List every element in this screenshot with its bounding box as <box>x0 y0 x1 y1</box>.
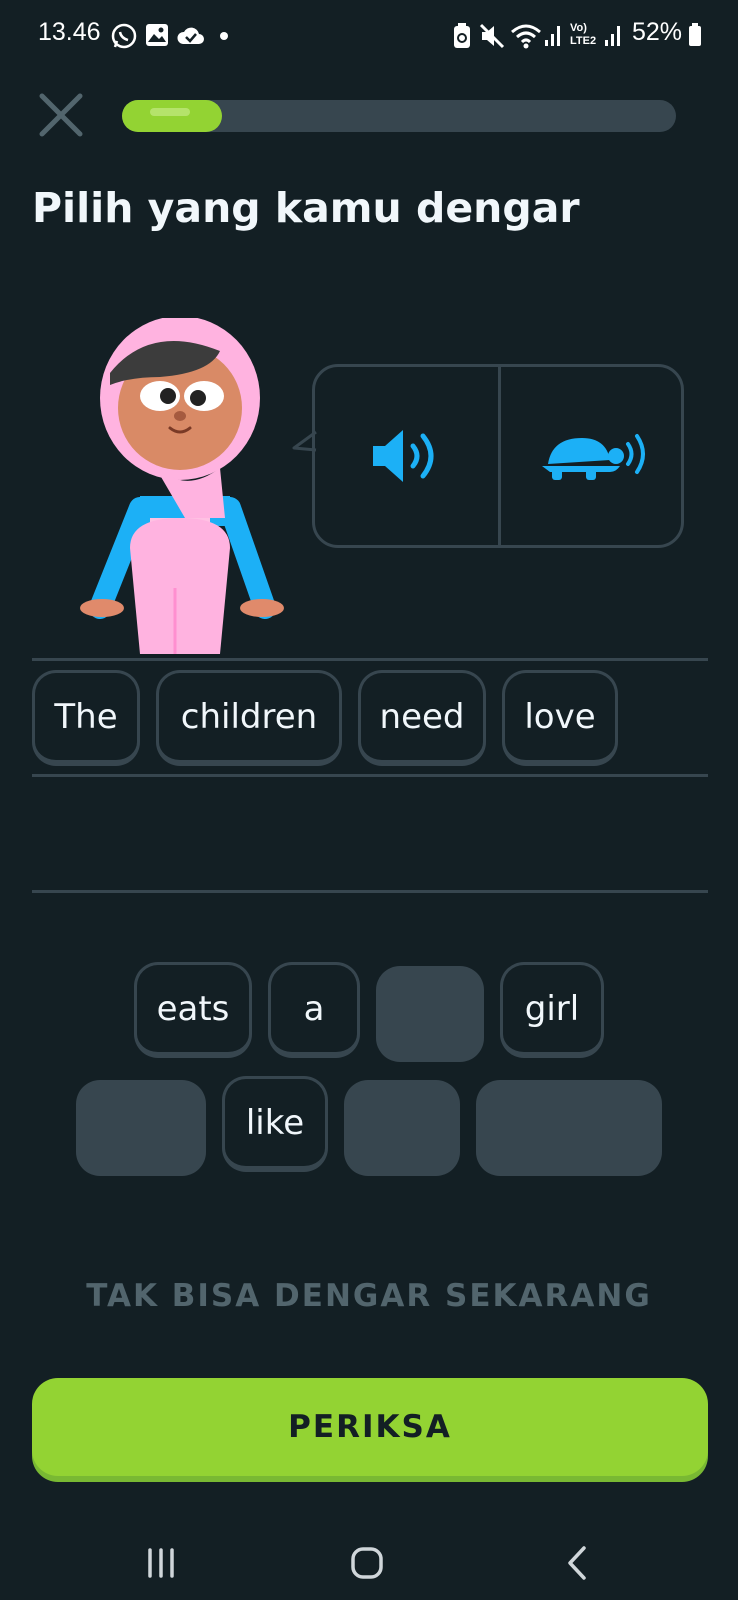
recent-apps-icon[interactable] <box>136 1538 186 1588</box>
character-illustration <box>80 318 284 654</box>
whatsapp-icon <box>111 23 137 49</box>
cant-listen-button[interactable]: TAK BISA DENGAR SEKARANG <box>0 1278 738 1314</box>
answer-word-chip[interactable]: children <box>156 670 342 766</box>
check-button[interactable]: PERIKSA <box>32 1378 708 1476</box>
word-bank-chip[interactable]: like <box>222 1076 328 1172</box>
wifi-icon <box>511 24 541 49</box>
gallery-icon <box>146 24 168 46</box>
system-nav-bar <box>0 1510 738 1600</box>
speaker-icon <box>372 430 433 482</box>
battery-icon <box>689 23 701 46</box>
status-bar: 13.46 Vo) LTE2 52% <box>0 0 738 72</box>
notification-dot <box>220 32 228 40</box>
word-bank-chip[interactable]: eats <box>134 962 252 1058</box>
progress-fill <box>122 100 222 132</box>
word-bank-chip[interactable]: a <box>268 962 360 1058</box>
exercise-title: Pilih yang kamu dengar <box>32 184 580 232</box>
signal-icon-1 <box>545 26 560 46</box>
answer-line-bottom <box>32 890 708 893</box>
word-bank-empty-slot <box>344 1080 460 1176</box>
answer-word-chip[interactable]: love <box>502 670 618 766</box>
play-audio-button[interactable] <box>315 367 498 545</box>
word-bank-chip[interactable]: girl <box>500 962 604 1058</box>
turtle-icon <box>541 434 645 480</box>
home-icon[interactable] <box>342 1538 392 1588</box>
answer-word-chip[interactable]: need <box>358 670 486 766</box>
progress-highlight <box>150 108 190 116</box>
play-slow-audio-button[interactable] <box>501 367 684 545</box>
signal-icon-2 <box>605 26 620 46</box>
speech-bubble <box>312 364 684 548</box>
answer-word-chip[interactable]: The <box>32 670 140 766</box>
battery-percent: 52% <box>632 18 683 46</box>
word-bank-empty-slot <box>76 1080 206 1176</box>
status-time: 13.46 <box>38 18 101 46</box>
network-label: Vo) LTE2 <box>570 22 597 47</box>
word-bank-empty-slot <box>476 1080 662 1176</box>
battery-saver-icon <box>454 23 470 48</box>
mute-icon <box>479 23 505 49</box>
answer-line-middle <box>32 774 708 777</box>
back-icon[interactable] <box>552 1538 602 1588</box>
close-icon[interactable] <box>36 90 86 140</box>
lesson-progress-bar <box>122 100 676 132</box>
cloud-check-icon <box>177 27 204 44</box>
word-bank-empty-slot <box>376 966 484 1062</box>
answer-line-top <box>32 658 708 661</box>
